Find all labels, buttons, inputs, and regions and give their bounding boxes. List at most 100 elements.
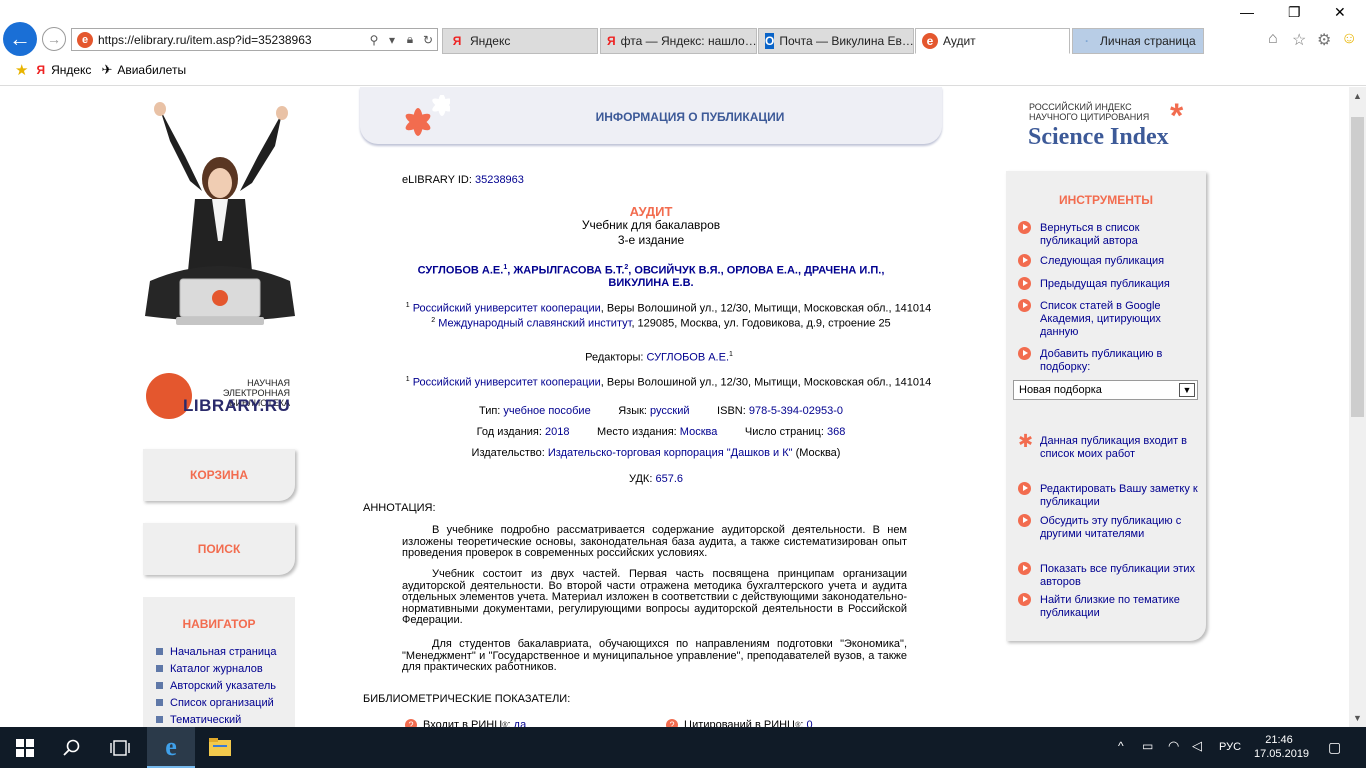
- arrow-circle-icon: [1018, 254, 1031, 267]
- dropdown-icon[interactable]: ▾: [383, 33, 401, 47]
- nav-item-organizations[interactable]: Список организаций: [156, 694, 295, 711]
- editors: Редакторы: СУГЛОБОВ А.Е.1: [585, 351, 733, 364]
- tab-audit[interactable]: e Аудит: [915, 28, 1070, 54]
- search-button[interactable]: ПОИСК: [143, 523, 295, 575]
- minimize-icon[interactable]: —: [1240, 4, 1254, 20]
- lock-icon[interactable]: 🔒︎: [401, 32, 419, 47]
- smiley-icon[interactable]: ☺: [1341, 30, 1357, 48]
- author-link[interactable]: ЖАРЫЛГАСОВА Б.Т.: [513, 265, 624, 277]
- arrow-circle-icon: [1018, 277, 1031, 290]
- nav-item-authors[interactable]: Авторский указатель: [156, 677, 295, 694]
- yandex-icon: Я: [36, 63, 46, 77]
- arrow-circle-icon: [1018, 299, 1031, 312]
- help-icon[interactable]: ?: [405, 719, 417, 727]
- plane-icon: ✈: [101, 62, 113, 77]
- elibrary-id: eLIBRARY ID: 35238963: [402, 174, 524, 186]
- scroll-up-icon[interactable]: ▲: [1353, 91, 1362, 101]
- outlook-icon: O: [765, 33, 775, 49]
- fav-aviatickets[interactable]: Авиабилеты: [117, 63, 186, 77]
- tool-add-to-collection[interactable]: Добавить публикацию в подборку:: [1018, 347, 1200, 374]
- tab-yandex[interactable]: Я Яндекс: [442, 28, 598, 54]
- publication-title: АУДИТ: [629, 204, 673, 219]
- chevron-down-icon: ▼: [1179, 383, 1195, 397]
- tool-google-scholar-citations[interactable]: Список статей в Google Академия, цитирую…: [1018, 299, 1200, 339]
- tool-edit-note[interactable]: Редактировать Вашу заметку к публикации: [1018, 482, 1200, 509]
- wifi-icon[interactable]: ◠: [1168, 738, 1179, 754]
- tab-yandex-search[interactable]: Яфта — Яндекс: нашло…: [600, 28, 757, 54]
- tool-previous-publication[interactable]: Предыдущая публикация: [1018, 277, 1200, 291]
- windows-start-icon[interactable]: [16, 739, 34, 757]
- browser-chrome: — ❐ ✕ ← → e https://elibrary.ru/item.asp…: [0, 0, 1366, 86]
- author-link[interactable]: ОРЛОВА Е.А.: [727, 265, 798, 277]
- arrow-circle-icon: [1018, 482, 1031, 495]
- volume-icon[interactable]: ◁: [1192, 738, 1202, 754]
- url-text[interactable]: https://elibrary.ru/item.asp?id=35238963: [98, 33, 365, 47]
- maximize-icon[interactable]: ❐: [1288, 4, 1301, 21]
- arrow-circle-icon: [1018, 347, 1031, 360]
- gear-icon[interactable]: ⚙: [1317, 30, 1331, 50]
- search-icon[interactable]: [63, 739, 81, 757]
- editor-affiliation: 1 Российский университет кооперации, Вер…: [405, 376, 932, 389]
- yandex-icon: Я: [607, 34, 616, 48]
- collection-select[interactable]: Новая подборка ▼: [1013, 380, 1198, 400]
- close-icon[interactable]: ✕: [1334, 4, 1346, 21]
- chevron-up-icon[interactable]: ^: [1118, 739, 1124, 753]
- scrollbar-thumb[interactable]: [1351, 117, 1364, 417]
- tool-next-publication[interactable]: Следующая публикация: [1018, 254, 1200, 268]
- author-link[interactable]: ВИКУЛИНА Е.В.: [608, 277, 693, 289]
- tab-personal-page[interactable]: · Личная страница: [1072, 28, 1204, 54]
- fav-yandex[interactable]: Яндекс: [51, 63, 91, 77]
- affiliation-1: 1 Российский университет кооперации, Вер…: [405, 302, 932, 315]
- publication-edition: 3-е издание: [617, 233, 685, 247]
- affiliation-2: 2 Международный славянский институт, 129…: [431, 317, 891, 330]
- input-language[interactable]: РУС: [1219, 741, 1241, 753]
- tool-back-to-author-list[interactable]: Вернуться в список публикаций автора: [1018, 221, 1200, 248]
- author-link[interactable]: СУГЛОБОВ А.Е.: [418, 265, 504, 277]
- asterisk-icon: ✱: [1018, 431, 1034, 451]
- file-explorer-icon[interactable]: [208, 737, 232, 757]
- banner-title: ИНФОРМАЦИЯ О ПУБЛИКАЦИИ: [595, 110, 785, 124]
- notifications-icon[interactable]: ▢: [1328, 739, 1341, 756]
- task-view-icon[interactable]: [110, 739, 130, 757]
- tool-my-works[interactable]: ✱ Данная публикация входит в список моих …: [1018, 431, 1200, 461]
- star-icon[interactable]: ☆: [1292, 30, 1306, 50]
- science-index-asterisk-icon: *: [1170, 97, 1184, 135]
- nav-item-thematic[interactable]: Тематический: [156, 711, 295, 727]
- home-icon[interactable]: ⌂: [1268, 30, 1278, 48]
- udk: УДК: 657.6: [628, 473, 683, 485]
- tool-similar-publications[interactable]: Найти близкие по тематике публикации: [1018, 593, 1200, 620]
- search-icon[interactable]: ⚲: [365, 33, 383, 47]
- tools-title: ИНСТРУМЕНТЫ: [1058, 193, 1154, 207]
- address-bar[interactable]: e https://elibrary.ru/item.asp?id=352389…: [71, 28, 438, 51]
- bibliometric-label: БИБЛИОМЕТРИЧЕСКИЕ ПОКАЗАТЕЛИ:: [363, 693, 571, 705]
- author-link[interactable]: ОВСИЙЧУК В.Я.: [634, 265, 720, 277]
- internet-explorer-icon[interactable]: e: [147, 727, 195, 768]
- publication-subtitle: Учебник для бакалавров: [581, 218, 721, 232]
- refresh-icon[interactable]: ↻: [419, 33, 437, 47]
- year-place-pages: Год издания: 2018 Место издания: Москва …: [476, 426, 846, 438]
- annotation-paragraph: В учебнике подробно рассматривается соде…: [402, 524, 907, 559]
- battery-icon[interactable]: ▭: [1142, 739, 1153, 753]
- back-button[interactable]: ←: [3, 22, 37, 56]
- woman-laptop-illustration: [145, 102, 295, 325]
- favorites-star-icon[interactable]: ★: [15, 61, 28, 79]
- favorites-bar: ★ Я Яндекс ✈ Авиабилеты: [0, 58, 1366, 82]
- author-link[interactable]: ДРАЧЕНА И.П.: [804, 265, 881, 277]
- forward-button[interactable]: →: [42, 27, 66, 51]
- tool-discuss[interactable]: Обсудить эту публикацию с другими читате…: [1018, 514, 1200, 541]
- tab-mail[interactable]: O Почта — Викулина Ев…: [758, 28, 914, 54]
- logo-brand[interactable]: LIBRARY.RU: [183, 396, 290, 416]
- tool-all-author-publications[interactable]: Показать все публикации этих авторов: [1018, 562, 1200, 589]
- nav-item-journals[interactable]: Каталог журналов: [156, 660, 295, 677]
- science-index-logo[interactable]: Science Index: [1028, 124, 1169, 151]
- cart-button[interactable]: КОРЗИНА: [143, 449, 295, 501]
- authors-line: СУГЛОБОВ А.Е.1, ЖАРЫЛГАСОВА Б.Т.2, ОВСИЙ…: [417, 264, 885, 277]
- nav-item-home[interactable]: Начальная страница: [156, 643, 295, 660]
- help-icon[interactable]: ?: [666, 719, 678, 727]
- square-bullet-icon: [156, 716, 163, 723]
- clock[interactable]: 21:46 17.05.2019: [1254, 733, 1309, 761]
- page-scrollbar[interactable]: ▲ ▼: [1349, 87, 1366, 727]
- square-bullet-icon: [156, 682, 163, 689]
- arrow-circle-icon: [1018, 593, 1031, 606]
- scroll-down-icon[interactable]: ▼: [1353, 713, 1362, 723]
